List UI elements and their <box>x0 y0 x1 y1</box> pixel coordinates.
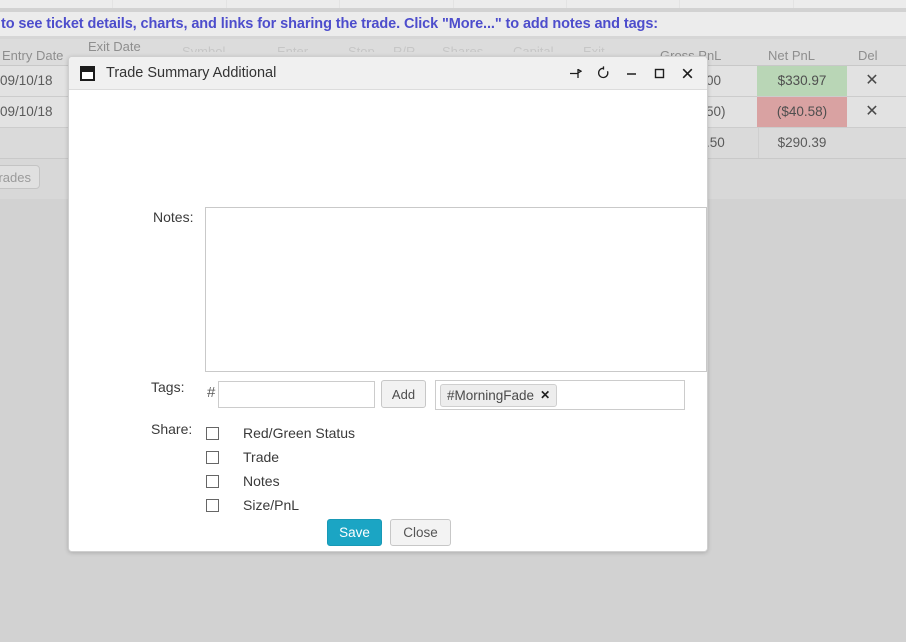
share-option-label: Notes <box>243 473 280 489</box>
column-header-enter: Enter <box>277 44 309 52</box>
share-label: Share: <box>151 421 193 437</box>
share-option-row[interactable]: Trade <box>206 445 355 469</box>
pin-icon[interactable] <box>563 61 587 85</box>
column-header-entry-date: Entry Date <box>2 48 64 63</box>
share-options-list: Red/Green Status Trade Notes Size/PnL <box>206 421 355 517</box>
delete-row-icon[interactable]: ✕ <box>847 66 897 96</box>
share-option-label: Red/Green Status <box>243 425 356 441</box>
strip-cell <box>794 0 906 8</box>
strip-cell <box>340 0 454 8</box>
dialog-body: Notes: Tags: # Add #MorningFade ✕ Share:… <box>69 90 707 551</box>
column-header-stop: Stop <box>348 44 375 52</box>
column-header-shares: Shares <box>442 44 484 52</box>
tag-hash-prefix: # <box>207 384 216 401</box>
dialog-footer: Save Close <box>69 519 707 546</box>
column-header-capital: Capital <box>513 44 554 52</box>
tags-label: Tags: <box>151 379 185 395</box>
summary-net-pnl: $290.39 <box>777 135 827 150</box>
remove-tag-icon[interactable]: ✕ <box>540 388 550 402</box>
table-top-strip <box>0 0 906 8</box>
trade-summary-additional-dialog: Trade Summary Additional Notes: Tags: # … <box>68 56 708 552</box>
tag-chip-label: #MorningFade <box>447 387 535 403</box>
notes-label: Notes: <box>153 209 194 225</box>
refresh-icon[interactable] <box>591 61 615 85</box>
share-option-row[interactable]: Size/PnL <box>206 493 355 517</box>
close-icon[interactable] <box>675 61 699 85</box>
tag-input[interactable] <box>218 381 375 408</box>
minimize-icon[interactable] <box>619 61 643 85</box>
tag-chips-container: #MorningFade ✕ <box>435 380 685 410</box>
cell-gross-pnl: 50) <box>700 97 759 127</box>
delete-row-icon[interactable]: ✕ <box>847 97 897 127</box>
cell-net-pnl: ($40.58) <box>757 97 847 127</box>
tag-chip[interactable]: #MorningFade ✕ <box>440 383 558 407</box>
strip-cell <box>454 0 567 8</box>
share-option-label: Trade <box>243 449 280 465</box>
column-header-exit-date: Exit Date <box>88 39 141 54</box>
column-header-exit: Exit <box>583 44 605 52</box>
column-header-del: Del <box>858 48 878 63</box>
save-button[interactable]: Save <box>327 519 382 546</box>
share-checkbox-notes[interactable] <box>206 474 219 488</box>
share-checkbox-trade[interactable] <box>206 450 219 464</box>
close-button[interactable]: Close <box>390 519 451 546</box>
notes-input[interactable] <box>205 207 707 372</box>
share-option-label: Size/PnL <box>243 497 300 513</box>
instruction-text: to see ticket details, charts, and links… <box>1 16 659 32</box>
strip-cell <box>567 0 681 8</box>
share-checkbox-size-pnl[interactable] <box>206 498 219 512</box>
strip-cell <box>0 0 114 8</box>
cell-gross-pnl: 00 <box>700 66 759 96</box>
column-header-symbol: Symbol <box>182 44 226 52</box>
strip-cell <box>113 0 227 8</box>
dialog-title: Trade Summary Additional <box>106 65 277 81</box>
column-header-rr: R/R <box>393 44 416 52</box>
share-checkbox-red-green-status[interactable] <box>206 426 219 440</box>
strip-cell <box>227 0 341 8</box>
trades-button[interactable]: Trades <box>0 165 40 189</box>
summary-gross-pnl: .50 <box>700 128 759 158</box>
maximize-icon[interactable] <box>647 61 671 85</box>
share-option-row[interactable]: Red/Green Status <box>206 421 355 445</box>
add-tag-button[interactable]: Add <box>381 380 426 408</box>
column-header-net-pnl: Net PnL <box>768 48 815 63</box>
instruction-banner: to see ticket details, charts, and links… <box>0 12 906 36</box>
strip-cell <box>680 0 794 8</box>
titlebar-controls <box>563 57 699 89</box>
share-option-row[interactable]: Notes <box>206 469 355 493</box>
cell-net-pnl: $330.97 <box>757 66 847 96</box>
window-icon <box>80 65 95 81</box>
dialog-titlebar[interactable]: Trade Summary Additional <box>69 57 707 90</box>
